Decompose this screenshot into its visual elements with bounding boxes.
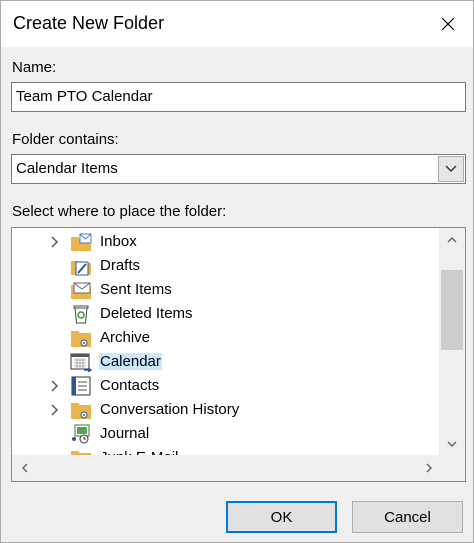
tree-item-inbox[interactable]: Inbox bbox=[12, 230, 440, 254]
tree-item-label: Deleted Items bbox=[100, 305, 193, 322]
journal-folder-icon bbox=[70, 424, 92, 444]
tree-item-journal[interactable]: Journal bbox=[12, 422, 440, 446]
recycle-bin-icon bbox=[70, 304, 92, 324]
dialog-title: Create New Folder bbox=[13, 13, 165, 33]
sent-items-folder-icon bbox=[70, 280, 92, 300]
archive-folder-icon bbox=[70, 328, 92, 348]
chevron-down-icon[interactable] bbox=[438, 156, 464, 182]
scroll-right-icon[interactable] bbox=[418, 455, 440, 481]
scrollbar-corner bbox=[439, 455, 465, 481]
tree-item-label: Drafts bbox=[100, 257, 141, 274]
scroll-left-icon[interactable] bbox=[14, 455, 36, 481]
folder-contains-value: Calendar Items bbox=[16, 160, 118, 177]
cancel-button-label: Cancel bbox=[384, 508, 431, 526]
close-icon[interactable] bbox=[433, 9, 463, 39]
scroll-up-icon[interactable] bbox=[439, 230, 465, 250]
vertical-scroll-thumb[interactable] bbox=[441, 270, 463, 350]
tree-item-label: Conversation History bbox=[100, 401, 240, 418]
create-new-folder-dialog: Create New Folder Name: Team PTO Calenda… bbox=[0, 0, 474, 543]
cancel-button[interactable]: Cancel bbox=[352, 501, 463, 533]
tree-item-deleted-items[interactable]: Deleted Items bbox=[12, 302, 440, 326]
tree-item-label: Contacts bbox=[100, 377, 160, 394]
horizontal-scrollbar[interactable] bbox=[12, 455, 440, 481]
tree-item-archive[interactable]: Archive bbox=[12, 326, 440, 350]
drafts-folder-icon bbox=[70, 256, 92, 276]
tree-item-sent-items[interactable]: Sent Items bbox=[12, 278, 440, 302]
folder-contains-label: Folder contains: bbox=[12, 131, 119, 148]
tree-item-contacts[interactable]: Contacts bbox=[12, 374, 440, 398]
place-folder-label: Select where to place the folder: bbox=[12, 203, 227, 220]
name-input[interactable]: Team PTO Calendar bbox=[11, 82, 466, 112]
calendar-folder-icon bbox=[70, 352, 93, 373]
folder-tree[interactable]: Inbox Drafts Sent Items Deleted Items Archiv… bbox=[11, 227, 466, 482]
vertical-scrollbar[interactable] bbox=[439, 228, 465, 456]
name-label: Name: bbox=[12, 59, 57, 76]
tree-item-label: Archive bbox=[100, 329, 151, 346]
tree-item-calendar[interactable]: Calendar bbox=[12, 350, 440, 374]
conversation-folder-icon bbox=[70, 400, 92, 420]
chevron-right-icon[interactable] bbox=[48, 235, 62, 249]
title-bar: Create New Folder bbox=[1, 1, 473, 47]
tree-item-drafts[interactable]: Drafts bbox=[12, 254, 440, 278]
focus-rect bbox=[231, 506, 332, 528]
chevron-right-icon[interactable] bbox=[48, 379, 62, 393]
tree-item-label: Calendar bbox=[99, 353, 162, 370]
contacts-folder-icon bbox=[70, 376, 92, 396]
folder-tree-list: Inbox Drafts Sent Items Deleted Items Archiv… bbox=[12, 228, 440, 456]
tree-item-label: Inbox bbox=[100, 233, 137, 250]
ok-button[interactable]: OK bbox=[226, 501, 337, 533]
tree-item-conversation-history[interactable]: Conversation History bbox=[12, 398, 440, 422]
tree-item-label: Sent Items bbox=[100, 281, 172, 298]
inbox-folder-icon bbox=[70, 232, 92, 252]
folder-contains-select[interactable]: Calendar Items bbox=[11, 154, 466, 184]
scroll-down-icon[interactable] bbox=[439, 434, 465, 454]
chevron-right-icon[interactable] bbox=[48, 403, 62, 417]
tree-item-label: Journal bbox=[100, 425, 150, 442]
